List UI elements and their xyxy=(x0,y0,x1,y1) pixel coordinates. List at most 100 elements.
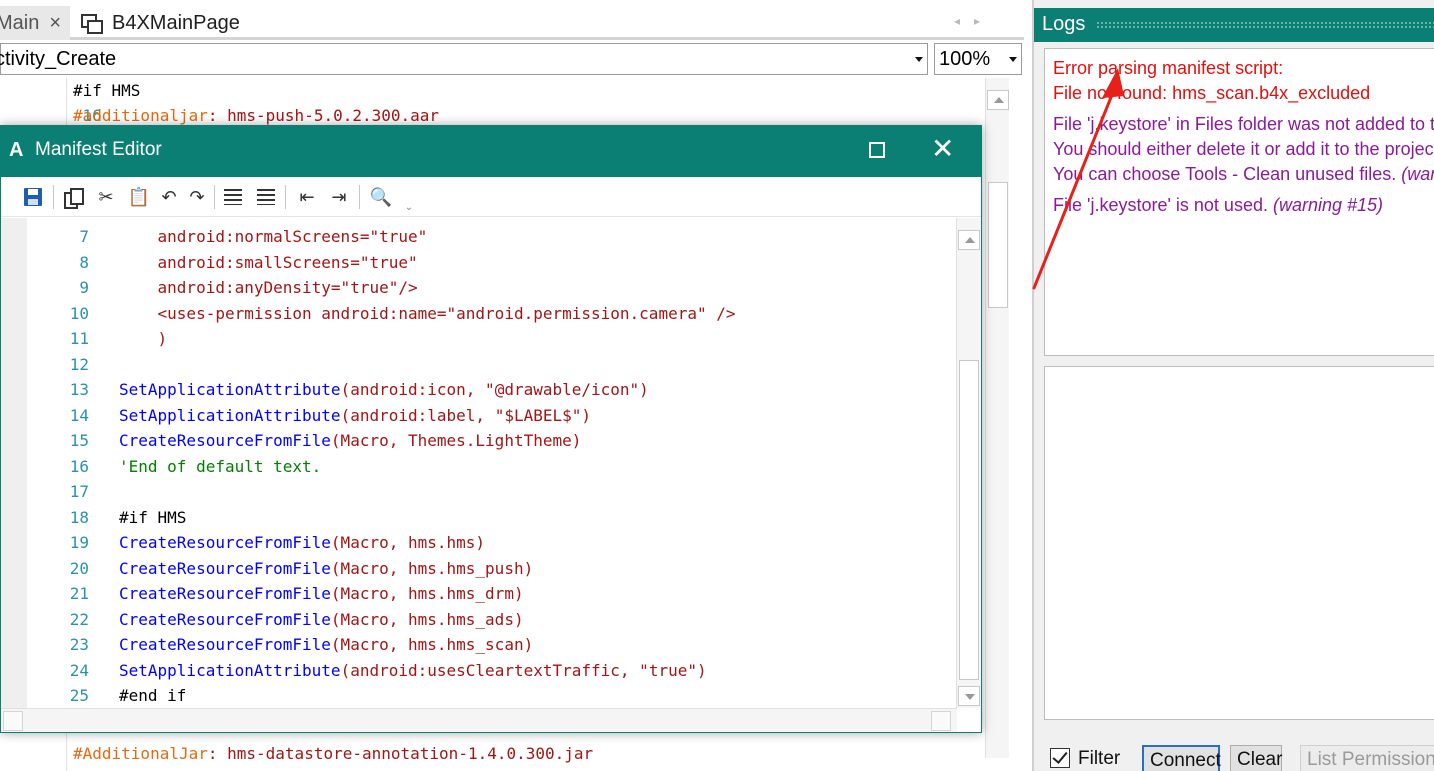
editor-toolbar: ctivity_Create 100% xyxy=(0,43,1024,76)
tab-bar: Main × B4XMainPage ◂▸ xyxy=(0,0,1024,40)
dialog-title: Manifest Editor xyxy=(35,139,162,160)
tab-scroll-arrows[interactable]: ◂▸ xyxy=(954,14,994,28)
code-text: 'End of default text. xyxy=(119,454,321,479)
connect-button[interactable]: Connect xyxy=(1142,745,1221,771)
code-token: android:smallScreens="true" xyxy=(119,252,418,272)
code-line: 42 #AdditionalJar: hms-datastore-annotat… xyxy=(0,741,593,771)
overflow-chevron-icon[interactable]: ⌄ xyxy=(397,195,421,219)
arrow-up-icon xyxy=(994,97,1004,103)
code-token: CreateResourceFromFile xyxy=(119,584,331,603)
cut-icon[interactable]: ✂ xyxy=(94,185,118,209)
line-number: 19 xyxy=(69,533,89,552)
close-icon[interactable]: × xyxy=(49,12,61,35)
redo-icon[interactable]: ↷ xyxy=(185,185,209,209)
paste-icon[interactable]: 📋 xyxy=(127,185,151,209)
tab-main[interactable]: Main × xyxy=(0,6,70,40)
zoom-selector[interactable]: 100% xyxy=(934,43,1022,75)
logs-title-bar[interactable]: Logs xyxy=(1034,8,1434,42)
code-token: (android:label, "$LABEL$") xyxy=(340,405,592,425)
code-text: #end if xyxy=(119,683,186,708)
log-warning-tag: (warning #15) xyxy=(1267,195,1384,215)
maximize-button[interactable] xyxy=(869,142,885,158)
save-icon[interactable] xyxy=(21,185,45,209)
logs-messages[interactable]: Error parsing manifest script: File not … xyxy=(1044,48,1434,356)
scroll-up-button[interactable] xyxy=(987,90,1009,110)
code-token: 'End of default text. xyxy=(119,456,322,476)
code-token: SetApplicationAttribute xyxy=(119,405,341,425)
scroll-right-button[interactable] xyxy=(931,711,951,731)
arrow-down-icon xyxy=(965,694,975,700)
code-token: CreateResourceFromFile xyxy=(119,533,331,552)
code-text: android:anyDensity="true"/> xyxy=(119,275,418,300)
code-text: <uses-permission android:name="android.p… xyxy=(119,301,736,326)
code-text: android:smallScreens="true" xyxy=(119,250,418,275)
chevron-down-icon xyxy=(915,57,923,62)
logs-title: Logs xyxy=(1042,13,1086,35)
log-warning-line: File 'j.keystore' in Files folder was no… xyxy=(1053,114,1434,134)
code-text: #if HMS xyxy=(119,505,186,530)
toolbar-separator xyxy=(359,185,360,209)
scroll-down-button[interactable] xyxy=(958,686,980,706)
code-token: SetApplicationAttribute xyxy=(119,380,341,399)
code-token: CreateResourceFromFile xyxy=(119,431,331,450)
sub-selector[interactable]: ctivity_Create xyxy=(0,43,928,75)
zoom-value: 100% xyxy=(939,48,991,70)
copy-icon[interactable] xyxy=(61,185,85,209)
code-token: ) xyxy=(119,329,168,348)
code-token: (Macro, hms.hms_scan) xyxy=(330,635,534,654)
code-text: CreateResourceFromFile(Macro, hms.hms_dr… xyxy=(119,581,524,606)
code-text: SetApplicationAttribute(android:label, "… xyxy=(119,403,591,428)
log-error-line[interactable]: File not found: hms_scan.b4x_excluded xyxy=(1053,81,1370,106)
line-number: 7 xyxy=(79,227,89,246)
code-token: (android:usesCleartextTraffic, "true") xyxy=(340,660,707,680)
code-text: ) xyxy=(119,326,168,351)
dialog-vertical-scrollbar[interactable] xyxy=(956,218,980,708)
dialog-title-bar[interactable]: A Manifest Editor ✕ xyxy=(1,126,981,177)
sub-selector-value: ctivity_Create xyxy=(0,48,117,70)
scroll-left-button[interactable] xyxy=(3,711,23,731)
clear-button[interactable]: Clear xyxy=(1230,745,1282,771)
log-warning-line[interactable]: File 'j.keystore' is not used. (warning … xyxy=(1053,193,1383,218)
find-icon[interactable]: 🔍 xyxy=(369,185,393,209)
code-token: (Macro, Themes.LightTheme) xyxy=(330,431,582,450)
dialog-horizontal-scrollbar[interactable] xyxy=(1,708,957,732)
line-number: 23 xyxy=(69,635,89,654)
code-token: CreateResourceFromFile xyxy=(119,635,331,654)
close-button[interactable]: ✕ xyxy=(931,132,954,166)
indent-icon[interactable]: ⇥ xyxy=(327,185,351,209)
filter-label[interactable]: Filter xyxy=(1078,748,1120,770)
undo-icon[interactable]: ↶ xyxy=(157,185,181,209)
log-warning-line: You should either delete it or add it to… xyxy=(1053,139,1434,159)
scroll-thumb[interactable] xyxy=(988,182,1008,308)
app-icon: A xyxy=(9,139,24,161)
logs-panel: Logs Error parsing manifest script: File… xyxy=(1032,0,1434,771)
list-permissions-button[interactable]: List Permissions xyxy=(1300,745,1434,771)
comment-icon[interactable] xyxy=(221,185,245,209)
scroll-thumb[interactable] xyxy=(959,360,979,680)
outdent-icon[interactable]: ⇤ xyxy=(295,185,319,209)
line-number: 17 xyxy=(69,482,89,501)
log-error-line: Error parsing manifest script: xyxy=(1053,58,1284,78)
line-number: 21 xyxy=(69,584,89,603)
scroll-up-button[interactable] xyxy=(958,230,980,250)
tab-b4xmainpage[interactable]: B4XMainPage xyxy=(80,6,240,40)
drag-grip-icon[interactable] xyxy=(1096,21,1434,29)
code-text: CreateResourceFromFile(Macro, hms.hms_ad… xyxy=(119,607,524,632)
line-number: 12 xyxy=(69,354,89,374)
code-token: CreateResourceFromFile xyxy=(119,558,331,578)
code-token: #if HMS xyxy=(119,507,187,527)
code-token: android:normalScreens="true" xyxy=(119,227,428,246)
code-text: android:normalScreens="true" xyxy=(119,224,428,249)
logs-controls: Filter Connect Clear List Permissions xyxy=(1044,742,1434,771)
line-number: 8 xyxy=(79,252,89,272)
form-icon xyxy=(80,13,103,34)
logs-detail-area[interactable] xyxy=(1044,366,1434,720)
manifest-code-editor[interactable]: 7 android:normalScreens="true" 8 android:… xyxy=(1,218,957,708)
code-token: (Macro, hms.hms_ads) xyxy=(330,609,524,629)
log-warning-line: You can choose Tools - Clean unused file… xyxy=(1053,162,1434,187)
editor-vertical-scrollbar[interactable] xyxy=(985,78,1009,758)
uncomment-icon[interactable] xyxy=(254,185,278,209)
filter-checkbox[interactable] xyxy=(1050,748,1070,768)
code-text: SetApplicationAttribute(android:icon, "@… xyxy=(119,377,649,402)
code-token: CreateResourceFromFile xyxy=(119,609,331,629)
